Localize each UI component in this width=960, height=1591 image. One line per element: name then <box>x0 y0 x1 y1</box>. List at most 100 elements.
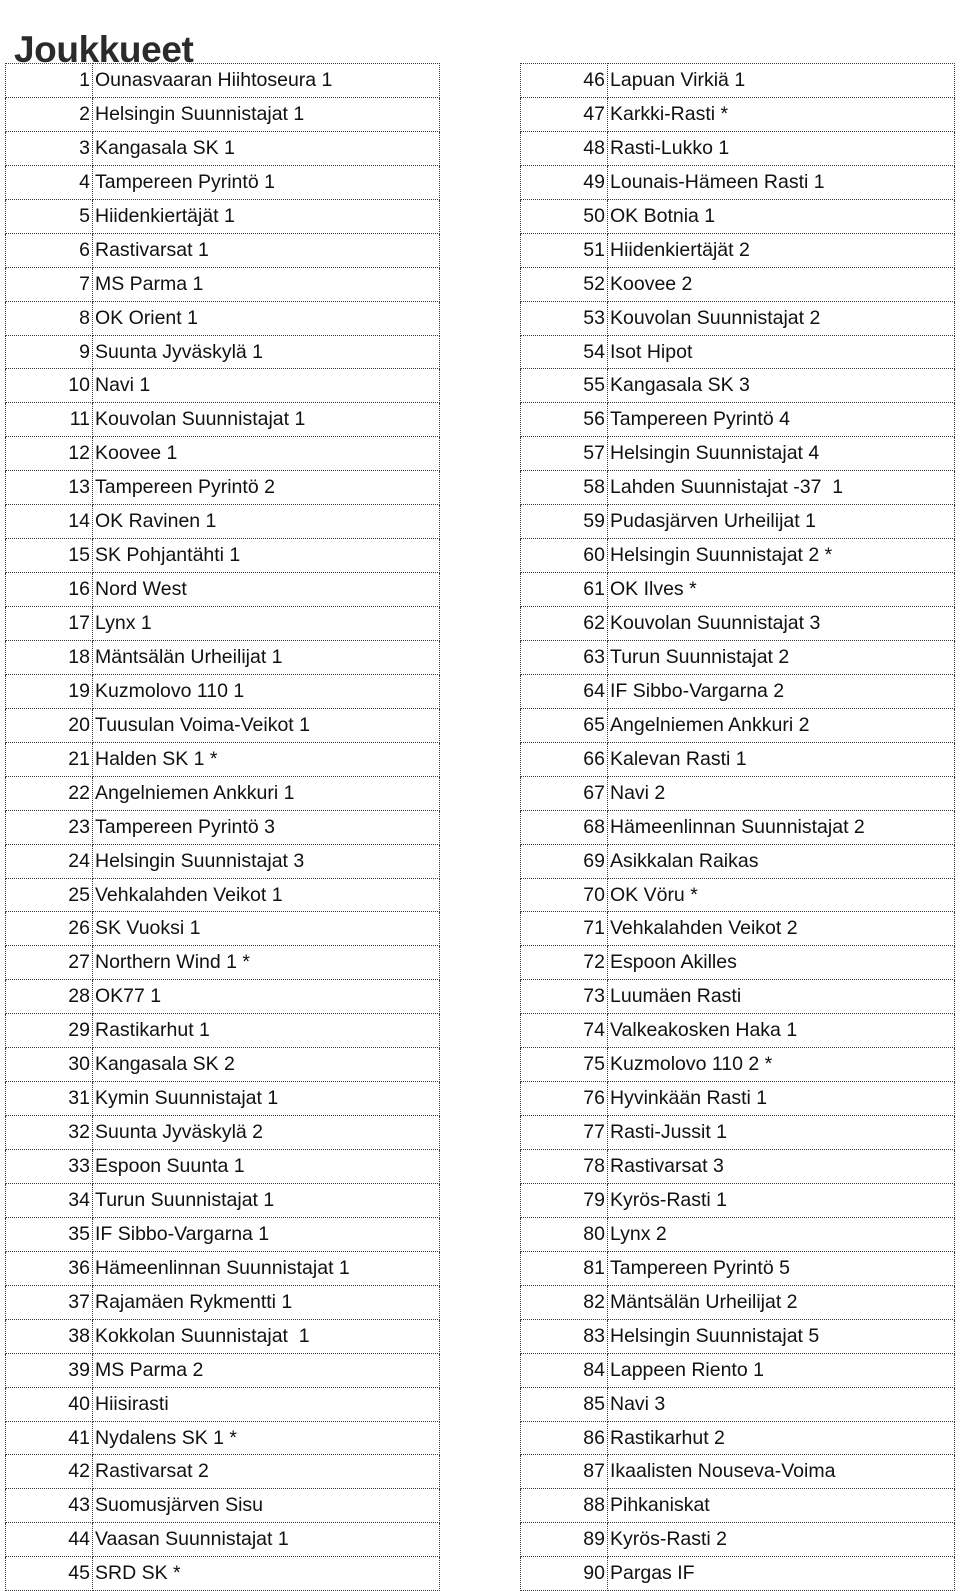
team-number-cell: 67 <box>520 775 608 811</box>
team-name-cell: Nydalens SK 1 * <box>92 1420 440 1456</box>
team-number-cell: 7 <box>5 266 93 302</box>
team-name-cell: IF Sibbo-Vargarna 1 <box>92 1216 440 1252</box>
team-name-cell: Mäntsälän Urheilijat 2 <box>607 1284 955 1320</box>
table-row: 30 Kangasala SK 2 <box>5 1047 440 1083</box>
team-name-cell: Suunta Jyväskylä 1 <box>92 334 440 370</box>
team-name-cell: Kouvolan Suunnistajat 1 <box>92 402 440 438</box>
team-number-cell: 84 <box>520 1352 608 1388</box>
team-name-cell: Vehkalahden Veikot 1 <box>92 877 440 913</box>
team-number-cell: 43 <box>5 1488 93 1524</box>
team-number-cell: 82 <box>520 1284 608 1320</box>
team-number-cell: 88 <box>520 1488 608 1524</box>
team-number-cell: 80 <box>520 1216 608 1252</box>
team-name-cell: Rastikarhut 2 <box>607 1420 955 1456</box>
table-row: 65 Angelniemen Ankkuri 2 <box>520 707 955 743</box>
team-number-cell: 69 <box>520 843 608 879</box>
team-name-cell: Turun Suunnistajat 1 <box>92 1182 440 1218</box>
team-name-cell: SK Vuoksi 1 <box>92 911 440 947</box>
team-number-cell: 11 <box>5 402 93 438</box>
team-number-cell: 13 <box>5 470 93 506</box>
table-row: 70 OK Vöru * <box>520 877 955 913</box>
table-row: 78 Rastivarsat 3 <box>520 1149 955 1184</box>
team-number-cell: 89 <box>520 1522 608 1558</box>
team-number-cell: 36 <box>5 1250 93 1286</box>
table-row: 1 Ounasvaaran Hiihtoseura 1 <box>5 63 440 98</box>
team-number-cell: 30 <box>5 1047 93 1083</box>
team-number-cell: 24 <box>5 843 93 879</box>
team-number-cell: 31 <box>5 1081 93 1117</box>
table-row: 60 Helsingin Suunnistajat 2 * <box>520 538 955 574</box>
table-row: 18 Mäntsälän Urheilijat 1 <box>5 639 440 675</box>
team-number-cell: 20 <box>5 707 93 743</box>
table-row: 21 Halden SK 1 * <box>5 741 440 777</box>
table-row: 35 IF Sibbo-Vargarna 1 <box>5 1216 440 1252</box>
team-number-cell: 42 <box>5 1454 93 1490</box>
table-row: 76 Hyvinkään Rasti 1 <box>520 1081 955 1117</box>
table-row: 43 Suomusjärven Sisu <box>5 1488 440 1524</box>
teams-table-right-body: 46 Lapuan Virkiä 1 47 Karkki-Rasti * 48 Rasti… <box>520 63 955 1591</box>
team-name-cell: OK Ravinen 1 <box>92 504 440 540</box>
team-number-cell: 9 <box>5 334 93 370</box>
team-number-cell: 18 <box>5 639 93 675</box>
team-name-cell: Lynx 2 <box>607 1216 955 1252</box>
team-number-cell: 81 <box>520 1250 608 1286</box>
table-row: 44 Vaasan Suunnistajat 1 <box>5 1522 440 1558</box>
team-number-cell: 32 <box>5 1115 93 1150</box>
team-number-cell: 57 <box>520 436 608 472</box>
team-number-cell: 47 <box>520 96 608 132</box>
team-name-cell: Kangasala SK 3 <box>607 368 955 404</box>
team-name-cell: Espoon Suunta 1 <box>92 1149 440 1184</box>
table-row: 49 Lounais-Hämeen Rasti 1 <box>520 164 955 200</box>
team-name-cell: Hämeenlinnan Suunnistajat 1 <box>92 1250 440 1286</box>
team-number-cell: 90 <box>520 1556 608 1591</box>
team-number-cell: 56 <box>520 402 608 438</box>
table-row: 85 Navi 3 <box>520 1386 955 1422</box>
team-name-cell: Koovee 1 <box>92 436 440 472</box>
table-row: 31 Kymin Suunnistajat 1 <box>5 1081 440 1117</box>
team-number-cell: 45 <box>5 1556 93 1591</box>
team-name-cell: Tuusulan Voima-Veikot 1 <box>92 707 440 743</box>
table-row: 9 Suunta Jyväskylä 1 <box>5 334 440 370</box>
team-name-cell: Kuzmolovo 110 1 <box>92 673 440 709</box>
team-name-cell: Hyvinkään Rasti 1 <box>607 1081 955 1117</box>
team-name-cell: Rasti-Jussit 1 <box>607 1115 955 1150</box>
team-name-cell: Navi 3 <box>607 1386 955 1422</box>
team-name-cell: Rastivarsat 3 <box>607 1149 955 1184</box>
table-row: 55 Kangasala SK 3 <box>520 368 955 404</box>
team-number-cell: 48 <box>520 130 608 166</box>
table-row: 24 Helsingin Suunnistajat 3 <box>5 843 440 879</box>
table-row: 58 Lahden Suunnistajat -37 1 <box>520 470 955 506</box>
team-name-cell: Ounasvaaran Hiihtoseura 1 <box>92 63 440 98</box>
team-name-cell: Halden SK 1 * <box>92 741 440 777</box>
table-row: 17 Lynx 1 <box>5 606 440 641</box>
table-row: 7 MS Parma 1 <box>5 266 440 302</box>
team-number-cell: 28 <box>5 979 93 1015</box>
team-number-cell: 62 <box>520 606 608 641</box>
team-name-cell: Kouvolan Suunnistajat 2 <box>607 300 955 336</box>
team-name-cell: Navi 1 <box>92 368 440 404</box>
team-name-cell: SK Pohjantähti 1 <box>92 538 440 574</box>
table-row: 42 Rastivarsat 2 <box>5 1454 440 1490</box>
table-row: 26 SK Vuoksi 1 <box>5 911 440 947</box>
team-name-cell: Lappeen Riento 1 <box>607 1352 955 1388</box>
table-row: 39 MS Parma 2 <box>5 1352 440 1388</box>
team-name-cell: Kymin Suunnistajat 1 <box>92 1081 440 1117</box>
table-row: 33 Espoon Suunta 1 <box>5 1149 440 1184</box>
team-name-cell: Lahden Suunnistajat -37 1 <box>607 470 955 506</box>
team-name-cell: Hiisirasti <box>92 1386 440 1422</box>
table-row: 84 Lappeen Riento 1 <box>520 1352 955 1388</box>
team-name-cell: Rastikarhut 1 <box>92 1013 440 1049</box>
table-row: 41 Nydalens SK 1 * <box>5 1420 440 1456</box>
table-row: 48 Rasti-Lukko 1 <box>520 130 955 166</box>
team-number-cell: 25 <box>5 877 93 913</box>
team-name-cell: MS Parma 2 <box>92 1352 440 1388</box>
team-number-cell: 49 <box>520 164 608 200</box>
team-name-cell: Angelniemen Ankkuri 2 <box>607 707 955 743</box>
team-number-cell: 73 <box>520 979 608 1015</box>
table-row: 68 Hämeenlinnan Suunnistajat 2 <box>520 809 955 845</box>
table-row: 36 Hämeenlinnan Suunnistajat 1 <box>5 1250 440 1286</box>
table-row: 64 IF Sibbo-Vargarna 2 <box>520 673 955 709</box>
team-name-cell: Rastivarsat 2 <box>92 1454 440 1490</box>
table-row: 12 Koovee 1 <box>5 436 440 472</box>
team-name-cell: Vehkalahden Veikot 2 <box>607 911 955 947</box>
